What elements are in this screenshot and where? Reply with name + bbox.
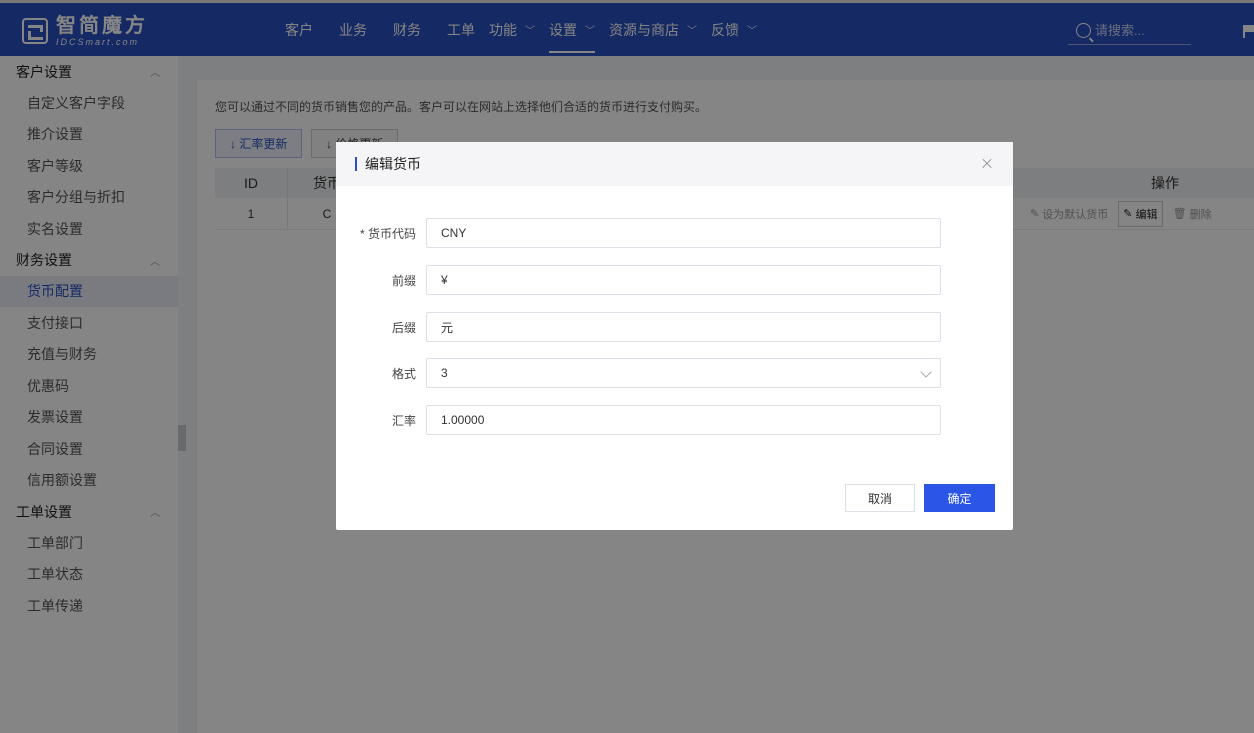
format-selected-value: 3 [441, 366, 448, 380]
suffix-label: 后缀 [391, 320, 416, 335]
form-row-currency-code: * 货币代码 [336, 218, 1013, 248]
prefix-label: 前缀 [391, 273, 416, 288]
form-row-suffix: 后缀 [336, 312, 1013, 342]
currency-code-input[interactable] [426, 218, 941, 248]
form-row-prefix: 前缀 [336, 265, 1013, 295]
confirm-button[interactable]: 确定 [924, 484, 995, 512]
format-select[interactable]: 3 [426, 358, 941, 388]
suffix-input[interactable] [426, 312, 941, 342]
title-accent-bar [355, 157, 357, 171]
cancel-button[interactable]: 取消 [845, 484, 915, 512]
prefix-input[interactable] [426, 265, 941, 295]
form-row-rate: 汇率 [336, 405, 1013, 435]
form-row-format: 格式 3 [336, 358, 1013, 388]
edit-currency-dialog: 编辑货币 * 货币代码 前缀 后缀 格式 3 汇率 取消 确定 [336, 142, 1013, 530]
chevron-down-icon [920, 366, 932, 378]
rate-input[interactable] [426, 405, 941, 435]
format-label: 格式 [391, 366, 416, 381]
dialog-header: 编辑货币 [336, 142, 1013, 186]
dialog-title: 编辑货币 [365, 156, 421, 172]
close-icon[interactable] [981, 158, 993, 170]
rate-label: 汇率 [391, 413, 416, 428]
currency-code-label: * 货币代码 [359, 226, 416, 241]
